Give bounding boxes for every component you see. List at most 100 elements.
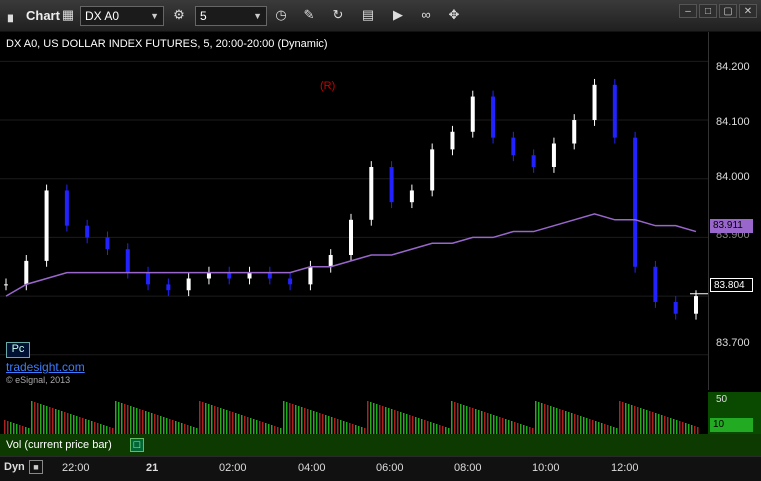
time-label: 02:00 — [219, 462, 247, 474]
copyright-text: © eSignal, 2013 — [6, 375, 71, 385]
volume-bar — [688, 424, 690, 434]
pc-button[interactable]: Pc — [6, 342, 30, 358]
volume-bar — [70, 414, 72, 434]
volume-bar — [538, 402, 540, 434]
volume-bar — [433, 423, 435, 434]
chart-icon[interactable]: ▖ — [5, 7, 21, 23]
time-label: 08:00 — [454, 462, 482, 474]
candle-body — [450, 131, 455, 150]
volume-bar — [379, 405, 381, 434]
volume-bar — [226, 410, 228, 434]
price-tick: 84.200 — [716, 61, 750, 73]
chevron-down-icon[interactable]: ▼ — [150, 7, 159, 26]
volume-bar — [4, 420, 6, 434]
volume-bar — [607, 425, 609, 434]
maximize-button[interactable]: ▢ — [719, 4, 737, 18]
candle-body — [653, 266, 658, 302]
study-toggle-button[interactable]: □ — [130, 438, 144, 452]
interval-select[interactable]: 5 ▼ — [195, 6, 267, 26]
volume-bar — [508, 420, 510, 434]
chevron-down-icon[interactable]: ▼ — [253, 7, 262, 26]
settings-icon[interactable]: ⚙ — [171, 7, 187, 23]
volume-bar — [514, 422, 516, 434]
candle-body — [308, 266, 313, 285]
volume-bar — [139, 409, 141, 434]
volume-bar — [64, 412, 66, 434]
volume-bar — [649, 411, 651, 434]
volume-bar — [163, 417, 165, 434]
volume-bar — [250, 418, 252, 434]
volume-bar — [13, 423, 15, 434]
volume-bar — [34, 402, 36, 434]
volume-bar — [574, 414, 576, 434]
volume-bar — [469, 407, 471, 434]
volume-bar — [313, 411, 315, 434]
volume-bar — [16, 424, 18, 434]
chart-icon[interactable]: ▦ — [60, 7, 76, 23]
volume-bar — [358, 426, 360, 434]
candle-body — [85, 225, 90, 238]
volume-bar — [7, 421, 9, 434]
volume-bar — [682, 422, 684, 434]
refresh-icon[interactable]: ↻ — [330, 7, 346, 23]
volume-bar — [466, 406, 468, 434]
ma-value-badge: 83.911 — [710, 219, 753, 233]
candle-body — [572, 120, 577, 144]
candle-body — [247, 272, 252, 279]
volume-bar — [664, 416, 666, 434]
volume-bar — [343, 421, 345, 434]
volume-bar — [205, 403, 207, 434]
study-icon[interactable]: ▤ — [360, 7, 376, 23]
volume-bar — [118, 402, 120, 434]
volume-bar — [100, 424, 102, 434]
volume-bar — [577, 415, 579, 434]
volume-bar — [673, 419, 675, 434]
volume-bar — [322, 414, 324, 434]
volume-bar — [478, 410, 480, 434]
volume-bar — [37, 403, 39, 434]
volume-bar — [334, 418, 336, 434]
volume-bar — [25, 427, 27, 434]
volume-bar — [121, 403, 123, 434]
volume-bar — [697, 427, 699, 434]
volume-bar — [493, 415, 495, 434]
play-icon[interactable]: ▶ — [390, 7, 406, 23]
link-icon[interactable]: ∞ — [418, 7, 434, 23]
restore-button[interactable]: □ — [699, 4, 717, 18]
volume-bar — [298, 406, 300, 434]
volume-bar — [184, 424, 186, 434]
volume-bar — [136, 408, 138, 434]
symbol-input[interactable]: DX A0 ▼ — [80, 6, 164, 26]
candle-body — [64, 190, 69, 226]
close-button[interactable]: ✕ — [739, 4, 757, 18]
zoom-icon[interactable]: ■ — [29, 460, 43, 474]
volume-bar — [589, 419, 591, 434]
candle-body — [267, 272, 272, 279]
volume-bar — [352, 424, 354, 434]
volume-bar — [166, 418, 168, 434]
volume-bar — [10, 422, 12, 434]
candle-body — [206, 272, 211, 279]
volume-bar — [619, 401, 621, 434]
volume-bar — [385, 407, 387, 434]
move-icon[interactable]: ✥ — [446, 7, 462, 23]
volume-bar — [109, 427, 111, 434]
volume-bar — [463, 405, 465, 434]
pencil-icon[interactable]: ✎ — [301, 7, 317, 23]
volume-bar — [262, 422, 264, 434]
volume-bar — [592, 420, 594, 434]
volume-bar — [241, 415, 243, 434]
volume-bar — [274, 426, 276, 434]
volume-bar — [247, 417, 249, 434]
minimize-button[interactable]: – — [679, 4, 697, 18]
brand-link[interactable]: tradesight.com — [6, 360, 85, 374]
volume-pane[interactable] — [0, 392, 708, 434]
volume-bar — [82, 418, 84, 434]
price-plot[interactable] — [0, 32, 708, 390]
volume-bar — [337, 419, 339, 434]
clock-icon[interactable]: ◷ — [273, 7, 289, 23]
volume-bar — [652, 412, 654, 434]
volume-bar — [559, 409, 561, 434]
study-status-bar — [0, 434, 761, 456]
volume-bar — [331, 417, 333, 434]
